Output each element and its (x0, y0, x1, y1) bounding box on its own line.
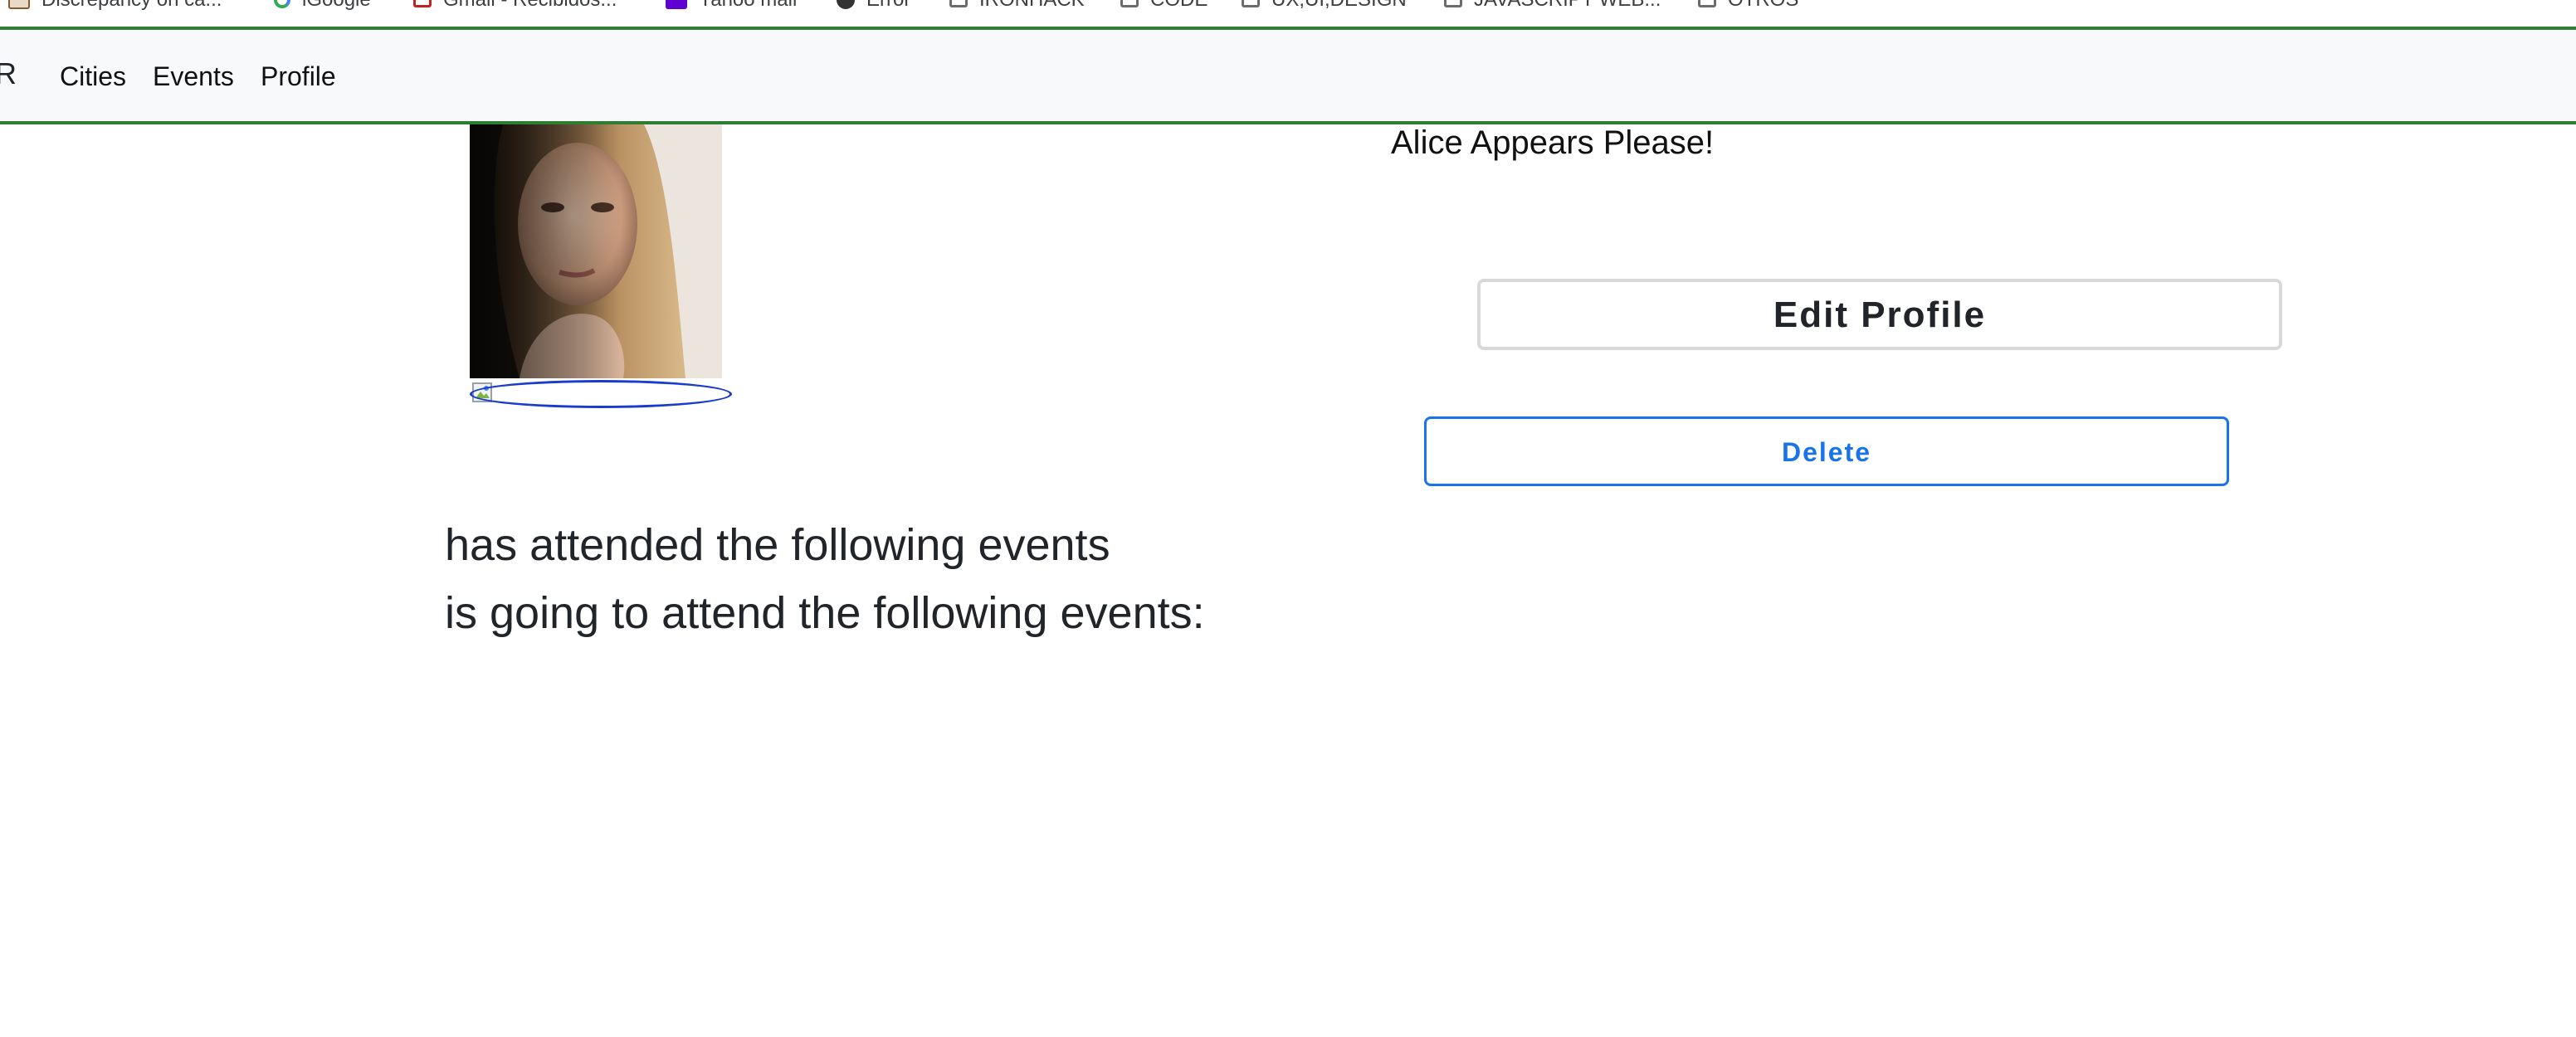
profile-photo-portrait (470, 124, 722, 378)
bookmark-label: IRONHACK (979, 0, 1085, 12)
bookmark-folder-otros[interactable]: OTROS (1698, 0, 1798, 12)
page: Discrepancy on ca... iGoogle Gmail - Rec… (0, 0, 2576, 1037)
discrepancy-icon (8, 0, 30, 9)
bookmark-folder-code[interactable]: CODE (1120, 0, 1208, 12)
delete-button[interactable]: Delete (1424, 416, 2229, 486)
bookmark-label: Gmail - Recibidos... (443, 0, 617, 12)
bookmark-error[interactable]: Error (837, 0, 910, 12)
google-icon (274, 0, 290, 8)
bookmark-folder-ironhack[interactable]: IRONHACK (949, 0, 1085, 12)
bookmark-folder-ux-ui-design[interactable]: UX,UI,DESIGN (1242, 0, 1407, 12)
bookmarks-bar: Discrepancy on ca... iGoogle Gmail - Rec… (0, 0, 2576, 30)
bookmark-label: Error (866, 0, 910, 12)
bookmark-yahoo[interactable]: Yahoo mail (666, 0, 797, 12)
error-icon (837, 0, 855, 9)
welcome-message: Alice Appears Please! (1391, 124, 1715, 161)
navbar: R Cities Events Profile (0, 30, 2576, 124)
bookmark-label: iGoogle (302, 0, 371, 12)
folder-icon (949, 0, 968, 7)
nav-link-cities[interactable]: Cities (60, 61, 126, 92)
bookmark-folder-javascript[interactable]: JAVASCRIPT WEB... (1444, 0, 1661, 12)
folder-icon (1698, 0, 1716, 7)
attended-events-heading: has attended the following events (445, 520, 1110, 570)
bookmark-igoogle[interactable]: iGoogle (274, 0, 371, 12)
yahoo-icon (666, 0, 687, 9)
focused-link-outline[interactable] (470, 380, 732, 408)
folder-icon (1120, 0, 1139, 7)
bookmark-label: JAVASCRIPT WEB... (1474, 0, 1661, 12)
navbar-brand[interactable]: R (0, 56, 17, 91)
bookmark-label: Yahoo mail (699, 0, 797, 12)
nav-link-events[interactable]: Events (153, 61, 234, 92)
upcoming-events-heading: is going to attend the following events: (445, 588, 1205, 638)
bookmark-label: CODE (1150, 0, 1208, 12)
folder-icon (1242, 0, 1260, 7)
bookmark-discrepancy[interactable]: Discrepancy on ca... (8, 0, 222, 12)
edit-profile-button[interactable]: Edit Profile (1477, 279, 2282, 350)
bookmark-label: OTROS (1728, 0, 1798, 12)
bookmark-label: Discrepancy on ca... (41, 0, 222, 12)
nav-link-profile[interactable]: Profile (261, 61, 336, 92)
bookmark-label: UX,UI,DESIGN (1271, 0, 1407, 12)
gmail-icon (413, 0, 432, 7)
profile-photo (470, 124, 722, 378)
bookmark-gmail[interactable]: Gmail - Recibidos... (413, 0, 617, 12)
folder-icon (1444, 0, 1462, 7)
